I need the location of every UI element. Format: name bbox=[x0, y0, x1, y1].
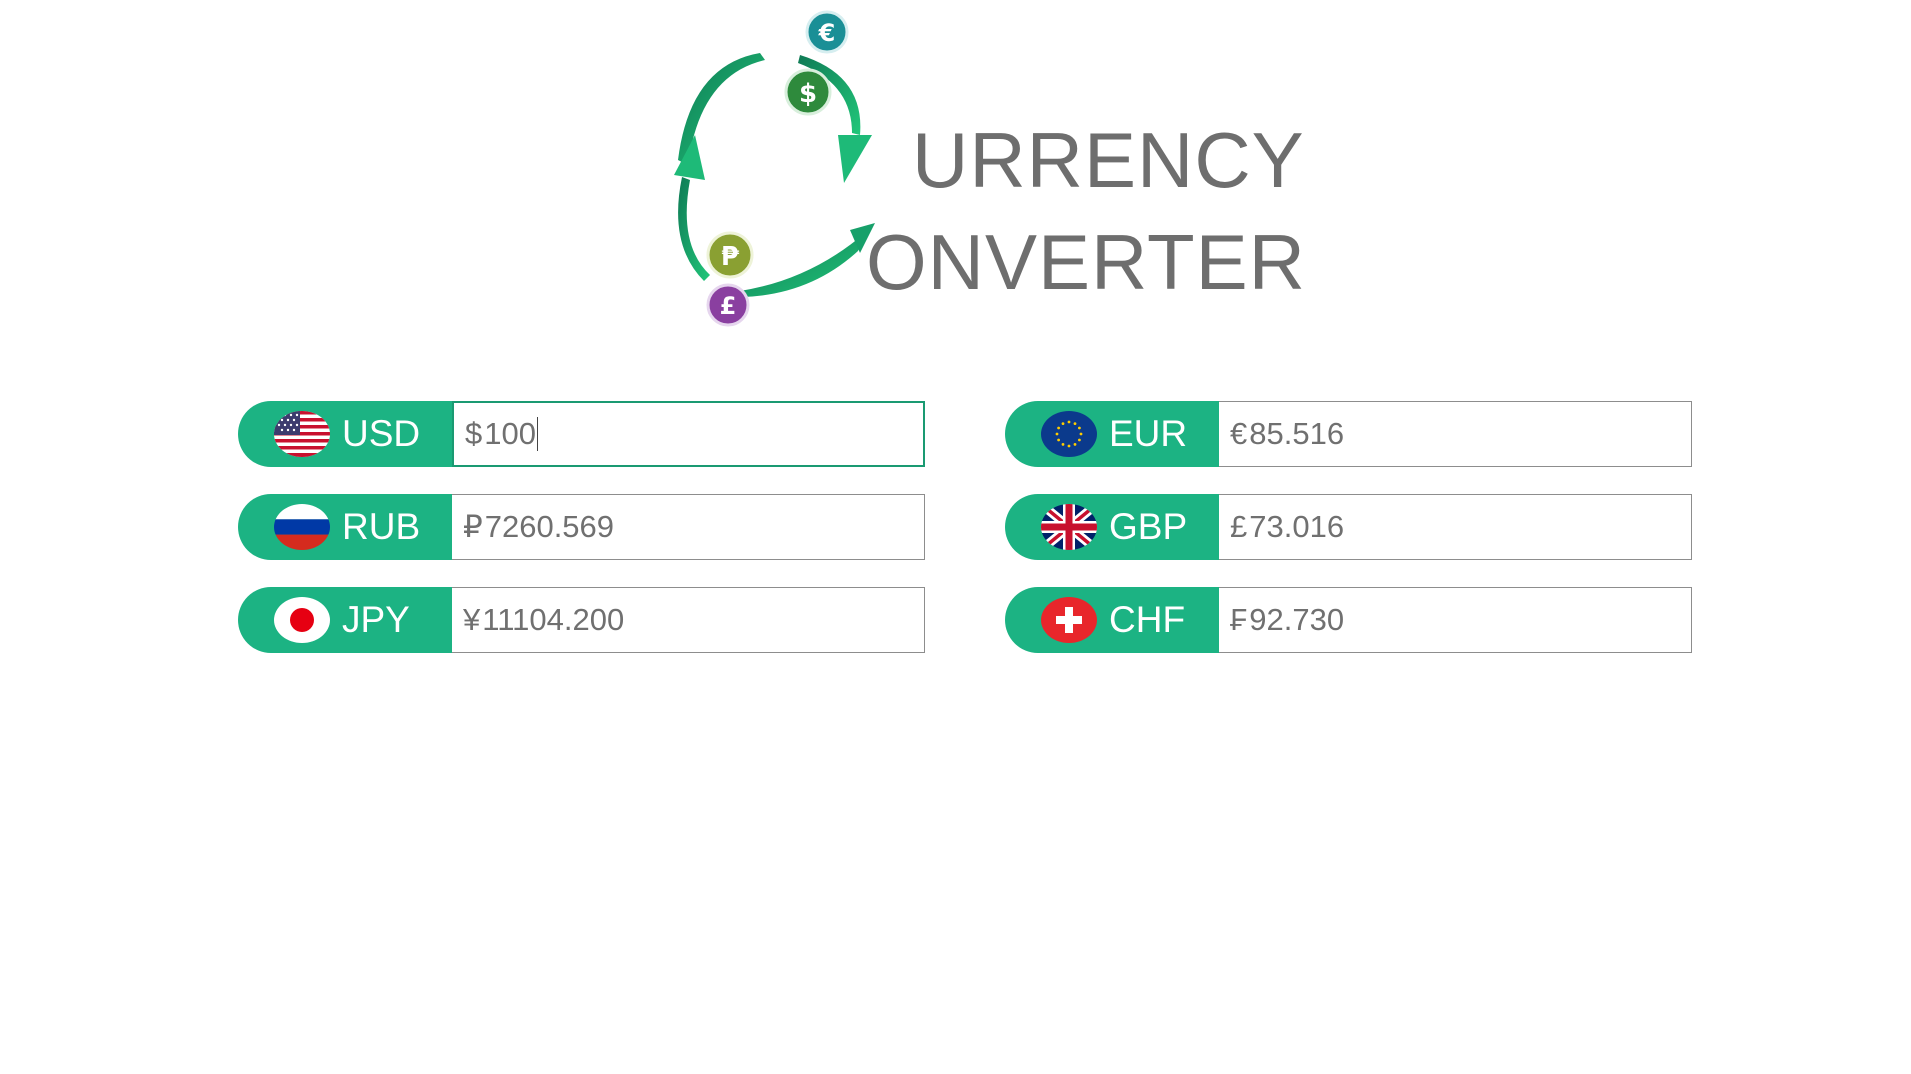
eur-amount-value: 85.516 bbox=[1249, 416, 1345, 451]
svg-text:€: € bbox=[818, 19, 836, 47]
russia-flag-icon bbox=[274, 504, 330, 550]
usd-amount-input[interactable]: $ 100 bbox=[452, 401, 925, 467]
currency-row-usd: USD $ 100 bbox=[238, 401, 925, 467]
euro-coin-icon: € bbox=[805, 10, 849, 54]
currency-code-rub: RUB bbox=[342, 506, 421, 547]
currency-converter-page: € $ ₱ £ URRENCY ONVERTER USD $ 100 RUB ₽… bbox=[0, 0, 1911, 1074]
rub-amount-input[interactable]: ₽ 7260.569 bbox=[452, 494, 925, 560]
currency-code-gbp: GBP bbox=[1109, 506, 1188, 547]
currency-row-chf: CHF ₣ 92.730 bbox=[1005, 587, 1692, 653]
currency-row-eur: EUR € 85.516 bbox=[1005, 401, 1692, 467]
logo-title-line-2: ONVERTER bbox=[866, 218, 1306, 306]
rub-amount-value: 7260.569 bbox=[484, 509, 615, 544]
gbp-amount-input[interactable]: £ 73.016 bbox=[1219, 494, 1692, 560]
currency-code-usd: USD bbox=[342, 413, 421, 454]
currency-badge-usd: USD bbox=[238, 401, 452, 467]
dollar-coin-icon: $ bbox=[784, 68, 832, 116]
pound-coin-icon: £ bbox=[706, 283, 750, 327]
logo-title-line-1: URRENCY bbox=[912, 116, 1305, 204]
currency-row-rub: RUB ₽ 7260.569 bbox=[238, 494, 925, 560]
currency-badge-gbp: GBP bbox=[1005, 494, 1219, 560]
usd-amount-value: 100 bbox=[484, 416, 536, 451]
currency-badge-jpy: JPY bbox=[238, 587, 452, 653]
eur-amount-input[interactable]: € 85.516 bbox=[1219, 401, 1692, 467]
jpy-amount-input[interactable]: ¥ 11104.200 bbox=[452, 587, 925, 653]
currency-symbol-rub: ₽ bbox=[463, 509, 483, 544]
currency-badge-chf: CHF bbox=[1005, 587, 1219, 653]
currency-code-chf: CHF bbox=[1109, 599, 1186, 640]
app-logo: € $ ₱ £ URRENCY ONVERTER bbox=[660, 5, 1305, 335]
currency-row-gbp: GBP £ 73.016 bbox=[1005, 494, 1692, 560]
currency-symbol-gbp: £ bbox=[1230, 509, 1248, 544]
usa-flag-icon bbox=[274, 411, 330, 457]
text-cursor bbox=[536, 417, 538, 451]
currency-symbol-chf: ₣ bbox=[1230, 602, 1248, 637]
currency-symbol-eur: € bbox=[1230, 416, 1248, 451]
svg-text:$: $ bbox=[799, 79, 817, 109]
currency-symbol-usd: $ bbox=[465, 416, 483, 451]
currency-row-jpy: JPY ¥ 11104.200 bbox=[238, 587, 925, 653]
currency-code-eur: EUR bbox=[1109, 413, 1188, 454]
currency-badge-eur: EUR bbox=[1005, 401, 1219, 467]
chf-amount-input[interactable]: ₣ 92.730 bbox=[1219, 587, 1692, 653]
svg-text:£: £ bbox=[720, 292, 737, 320]
uk-flag-icon bbox=[1041, 504, 1097, 550]
peso-coin-icon: ₱ bbox=[706, 231, 754, 279]
japan-flag-icon bbox=[274, 597, 330, 643]
jpy-amount-value: 11104.200 bbox=[482, 602, 625, 637]
switzerland-flag-icon bbox=[1041, 597, 1097, 643]
eu-flag-icon bbox=[1041, 411, 1097, 457]
currency-badge-rub: RUB bbox=[238, 494, 452, 560]
gbp-amount-value: 73.016 bbox=[1249, 509, 1345, 544]
currency-symbol-jpy: ¥ bbox=[463, 602, 481, 637]
svg-text:₱: ₱ bbox=[721, 242, 740, 272]
chf-amount-value: 92.730 bbox=[1249, 602, 1345, 637]
currency-code-jpy: JPY bbox=[342, 599, 410, 640]
